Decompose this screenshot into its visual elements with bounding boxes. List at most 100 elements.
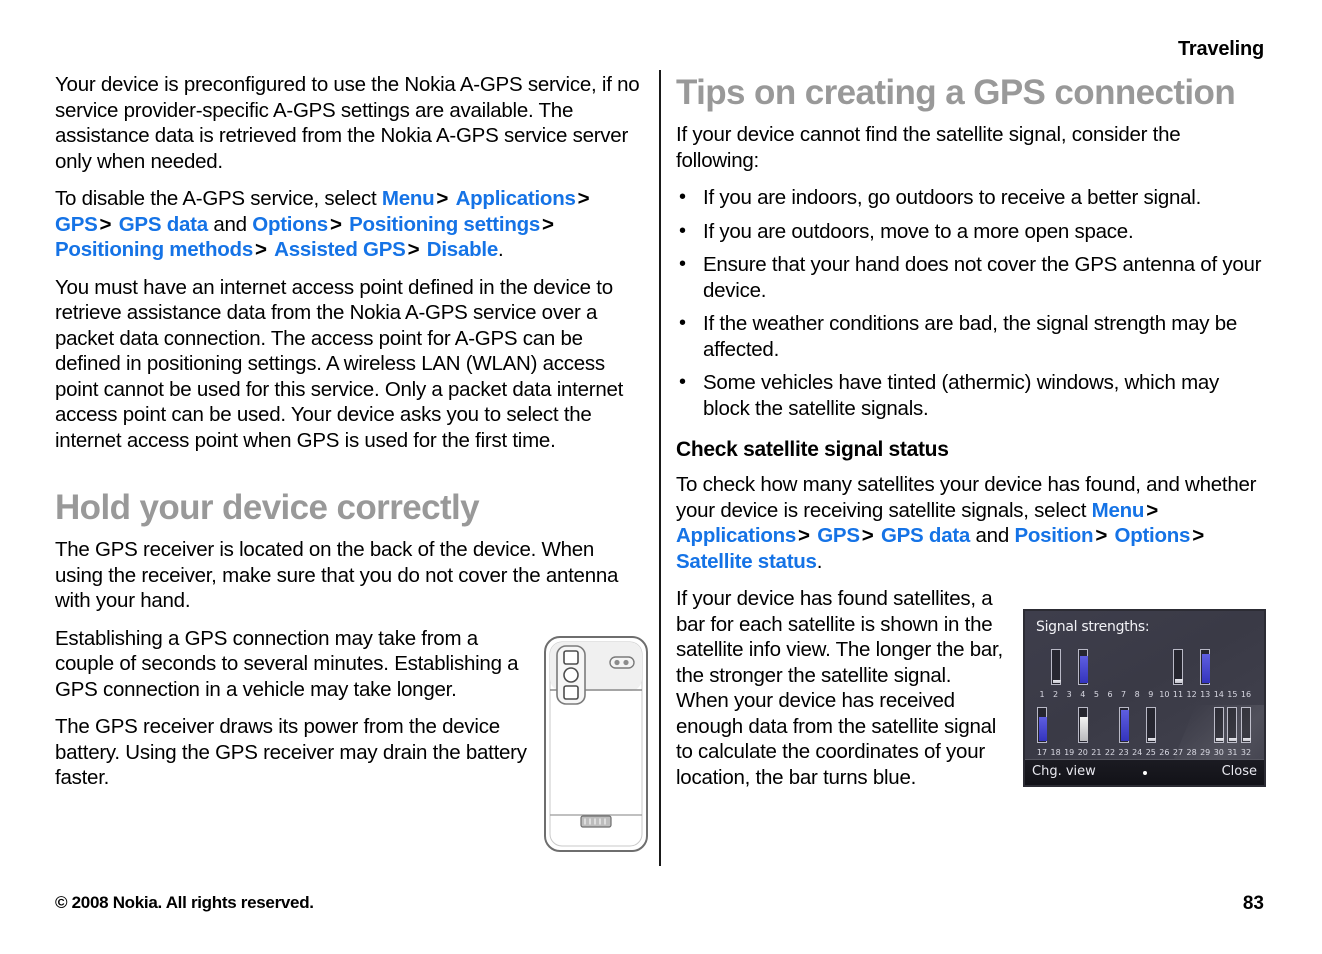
softkey-close[interactable]: Close xyxy=(1222,764,1257,779)
satellite-bar-fill xyxy=(1243,738,1251,741)
list-item-text: If you are outdoors, move to a more open… xyxy=(703,219,1134,243)
link-positioning-settings[interactable]: Positioning settings xyxy=(349,213,540,236)
list-item: • Some vehicles have tinted (athermic) wi… xyxy=(676,370,1268,421)
link-disable[interactable]: Disable xyxy=(427,238,498,261)
satellite-bar-label: 29 xyxy=(1200,748,1211,757)
phone-back-illustration xyxy=(541,633,651,855)
footer-page-number: 83 xyxy=(1242,893,1264,914)
link-gps-data[interactable]: GPS data xyxy=(881,524,970,547)
satellite-bar-label: 27 xyxy=(1172,748,1184,757)
link-options[interactable]: Options xyxy=(1115,524,1191,547)
link-applications[interactable]: Applications xyxy=(456,187,576,210)
link-gps[interactable]: GPS xyxy=(817,524,860,547)
path-separator: > xyxy=(798,524,810,547)
satellite-bar-label: 26 xyxy=(1159,748,1170,757)
satellite-bar-label: 21 xyxy=(1091,748,1102,757)
disable-agps-lead: To disable the A-GPS service, select xyxy=(55,187,382,210)
path-separator: > xyxy=(1095,524,1108,547)
path-separator: > xyxy=(436,187,449,210)
satellite-bar-fill xyxy=(1215,738,1224,741)
phone-back-svg xyxy=(544,636,648,852)
scroll-indicator-dot xyxy=(1142,771,1147,775)
heading-hold-device-correctly: Hold your device correctly xyxy=(55,488,480,527)
path-terminator: . xyxy=(497,238,504,261)
link-position[interactable]: Position xyxy=(1014,524,1093,547)
satellite-bar-label: 28 xyxy=(1186,748,1197,757)
softkey-change-view[interactable]: Chg. view xyxy=(1032,764,1096,779)
path-separator: > xyxy=(542,212,554,236)
satellite-bar-fill xyxy=(1120,710,1129,741)
link-options[interactable]: Options xyxy=(252,213,328,236)
satellite-bar-label: 25 xyxy=(1145,748,1156,757)
satellite-bar-label: 10 xyxy=(1159,690,1170,699)
link-positioning-methods[interactable]: Positioning methods xyxy=(55,238,253,261)
paragraph-disable-agps-path: To disable the A-GPS service, select Men… xyxy=(55,186,647,263)
satellite-bar-fill xyxy=(1052,680,1061,683)
satellite-bar-outline xyxy=(1173,649,1183,685)
paragraph-satellite-status-path: To check how many satellites your device… xyxy=(676,472,1268,574)
satellite-bar-fill xyxy=(1079,717,1088,741)
satellite-bar-outline xyxy=(1118,707,1129,743)
list-item-text: If you are indoors, go outdoors to recei… xyxy=(703,186,1202,209)
satellite-bar-fill xyxy=(1229,738,1238,741)
satellite-bar-outline xyxy=(1241,707,1251,743)
list-item-text: Ensure that your hand does not cover the… xyxy=(703,253,1262,302)
tips-bullet-list: • If you are indoors, go outdoors to rece… xyxy=(676,185,1268,421)
heading-tips-gps-connection: Tips on creating a GPS connection xyxy=(676,73,1236,112)
satellite-bar-label: 2 xyxy=(1053,690,1059,699)
path-separator: > xyxy=(329,212,342,236)
satellite-bar-label: 11 xyxy=(1172,690,1184,699)
paragraph-internet-access-point: You must have an internet access point d… xyxy=(55,275,624,452)
running-header: Traveling xyxy=(1177,38,1264,60)
paragraph-receiver-location: The GPS receiver is located on the back … xyxy=(55,538,619,612)
satellite-bar-label: 3 xyxy=(1066,690,1072,699)
link-satellite-status[interactable]: Satellite status xyxy=(676,550,817,573)
screenshot-title: Signal strengths: xyxy=(1036,619,1150,635)
paragraph-agps-preconfigured: Your device is preconfigured to use the … xyxy=(55,73,640,173)
bullet-icon: • xyxy=(679,186,686,208)
link-applications[interactable]: Applications xyxy=(676,524,796,547)
satellite-bar-fill xyxy=(1039,717,1047,741)
link-gps[interactable]: GPS xyxy=(55,213,98,236)
satellite-bar-outline xyxy=(1077,649,1088,685)
satellite-bar-label: 9 xyxy=(1148,690,1154,699)
path-terminator: . xyxy=(816,549,823,573)
link-gps-data[interactable]: GPS data xyxy=(119,213,208,236)
satellite-bar-label: 12 xyxy=(1186,690,1197,699)
satellite-bar-label: 24 xyxy=(1132,748,1143,757)
list-item-text: If the weather conditions are bad, the s… xyxy=(703,312,1238,361)
satellite-bar-outline xyxy=(1213,707,1224,743)
satellite-bar-outline xyxy=(1227,707,1238,743)
list-item: • Ensure that your hand does not cover th… xyxy=(676,252,1268,303)
bullet-icon: • xyxy=(679,312,686,334)
satellite-bar-label: 13 xyxy=(1200,690,1211,699)
path-joiner: and xyxy=(213,212,247,236)
path-separator: > xyxy=(1146,498,1158,522)
link-menu[interactable]: Menu xyxy=(1092,499,1145,522)
document-page: Traveling Your device is preconfigured t… xyxy=(0,0,1322,954)
list-item-text: Some vehicles have tinted (athermic) win… xyxy=(703,371,1220,420)
path-separator: > xyxy=(99,212,112,236)
path-joiner: and xyxy=(975,524,1010,547)
path-separator: > xyxy=(577,187,590,210)
footer-copyright: © 2008 Nokia. All rights reserved. xyxy=(55,893,314,912)
satellite-bar-label: 7 xyxy=(1121,690,1127,699)
satellite-status-lead: To check how many satellites your device… xyxy=(676,473,1257,522)
satellite-bars-area: 1 2 3 4 5 6 7 8 9 10 11 12 13 14 15 16 17 18 19 20 21 22 23 24… xyxy=(1025,641,1264,757)
satellite-bar-label: 15 xyxy=(1227,690,1238,699)
satellite-bar-outline xyxy=(1050,649,1061,685)
satellite-bar-outline xyxy=(1200,649,1211,685)
satellite-bar-fill xyxy=(1175,679,1183,683)
bullet-icon: • xyxy=(679,371,686,393)
link-assisted-gps[interactable]: Assisted GPS xyxy=(274,238,406,261)
list-item: • If you are outdoors, move to a more ope… xyxy=(676,219,1268,245)
path-separator: > xyxy=(1192,524,1204,547)
satellite-bar-label: 17 xyxy=(1036,748,1048,757)
satellite-bar-label: 32 xyxy=(1240,748,1252,757)
device-screenshot-signal-strengths: Signal strengths: 1 2 3 4 5 6 7 8 9 10 11 12 13 14 15 1… xyxy=(1023,609,1266,787)
paragraph-cannot-find-signal: If your device cannot find the satellite… xyxy=(676,123,1181,172)
satellite-bar-label: 22 xyxy=(1104,748,1116,757)
satellite-bar-outline xyxy=(1077,707,1088,743)
link-menu[interactable]: Menu xyxy=(382,187,435,210)
satellite-bar-fill xyxy=(1202,654,1211,683)
